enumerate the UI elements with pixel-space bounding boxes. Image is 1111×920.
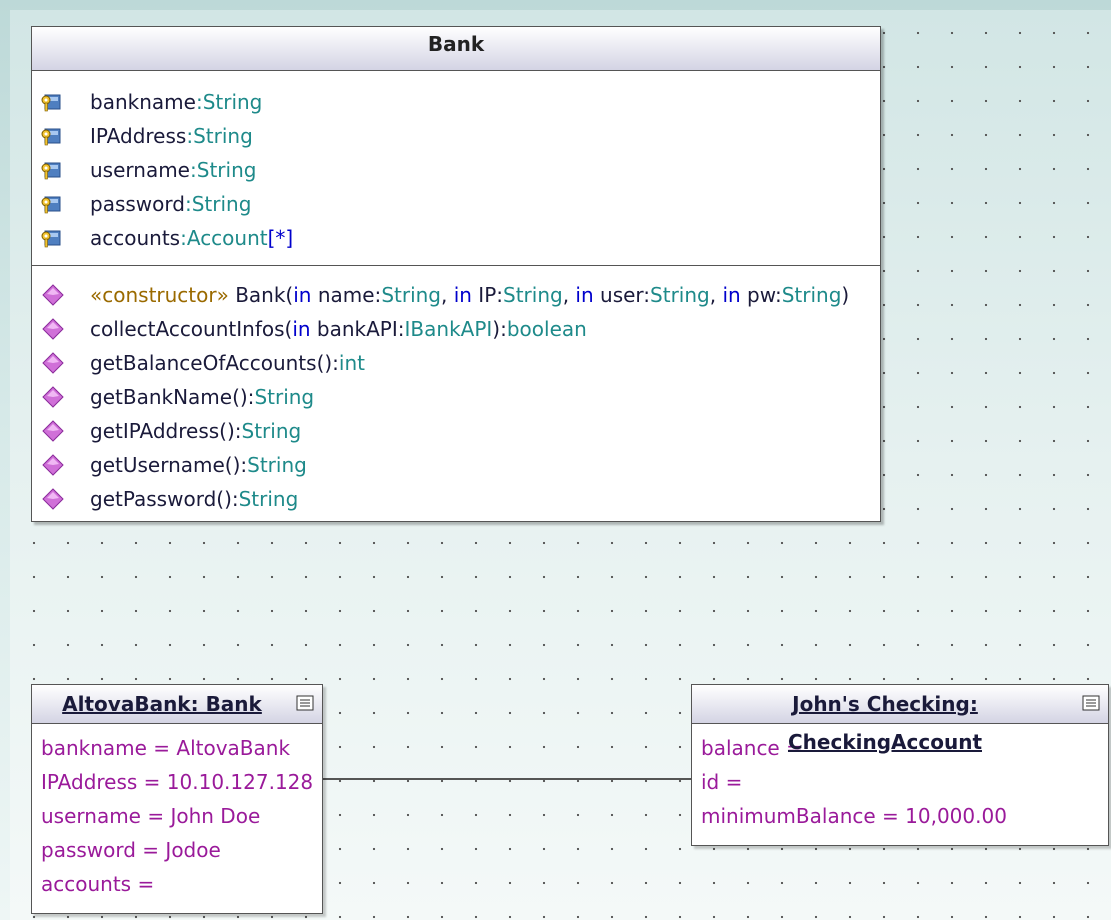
public-operation-diamond-icon: [42, 454, 64, 476]
operation-get-password[interactable]: getPassword():String: [32, 482, 880, 516]
class-bank-name: Bank: [32, 27, 880, 71]
instance-link[interactable]: [321, 778, 691, 780]
operation-get-ip-address[interactable]: getIPAddress():String: [32, 414, 880, 448]
slot-id[interactable]: id =: [692, 765, 1108, 799]
public-operation-diamond-icon: [42, 318, 64, 340]
slot-password[interactable]: password = Jodoe: [32, 833, 322, 867]
operation-get-username[interactable]: getUsername():String: [32, 448, 880, 482]
operation-get-balance-of-accounts[interactable]: getBalanceOfAccounts():int: [32, 346, 880, 380]
operation-constructor[interactable]: «constructor» Bank(in name:String, in IP…: [32, 278, 880, 312]
attribute-accounts[interactable]: accounts:Account[*]: [32, 221, 880, 255]
public-operation-diamond-icon: [42, 488, 64, 510]
attribute-bankname[interactable]: bankname:String: [32, 85, 880, 119]
object-johns-checking-title: John's Checking: CheckingAccount: [787, 692, 982, 754]
slot-username[interactable]: username = John Doe: [32, 799, 322, 833]
slot-minimum-balance[interactable]: minimumBalance = 10,000.00: [692, 799, 1108, 833]
slot-accounts[interactable]: accounts =: [32, 867, 322, 901]
collapse-compartment-icon[interactable]: [296, 695, 314, 711]
object-altovabank-header: AltovaBank: Bank: [32, 685, 322, 724]
class-bank[interactable]: Bank bankname:String IPAddress:String us…: [31, 26, 881, 522]
private-attribute-key-icon: [41, 128, 61, 146]
slot-bankname[interactable]: bankname = AltovaBank: [32, 731, 322, 765]
private-attribute-key-icon: [41, 230, 61, 248]
object-altovabank-title: AltovaBank: Bank: [62, 692, 262, 716]
public-operation-diamond-icon: [42, 386, 64, 408]
public-operation-diamond-icon: [42, 420, 64, 442]
private-attribute-key-icon: [41, 196, 61, 214]
slot-ipaddress[interactable]: IPAddress = 10.10.127.128: [32, 765, 322, 799]
object-johns-checking-header: John's Checking: CheckingAccount: [692, 685, 1108, 754]
slot-compartment: bankname = AltovaBank IPAddress = 10.10.…: [32, 724, 322, 901]
attribute-ipaddress[interactable]: IPAddress:String: [32, 119, 880, 153]
attribute-password[interactable]: password:String: [32, 187, 880, 221]
operation-collect-account-infos[interactable]: collectAccountInfos(in bankAPI:IBankAPI)…: [32, 312, 880, 346]
collapse-compartment-icon[interactable]: [1082, 695, 1100, 711]
public-operation-diamond-icon: [42, 352, 64, 374]
private-attribute-key-icon: [41, 162, 61, 180]
attribute-username[interactable]: username:String: [32, 153, 880, 187]
object-johns-checking[interactable]: John's Checking: CheckingAccount balance…: [691, 684, 1109, 846]
operation-get-bank-name[interactable]: getBankName():String: [32, 380, 880, 414]
attributes-compartment: bankname:String IPAddress:String usernam…: [32, 71, 880, 266]
private-attribute-key-icon: [41, 94, 61, 112]
public-operation-diamond-icon: [42, 284, 64, 306]
operations-compartment: «constructor» Bank(in name:String, in IP…: [32, 266, 880, 526]
object-altovabank[interactable]: AltovaBank: Bank bankname = AltovaBank I…: [31, 684, 323, 914]
